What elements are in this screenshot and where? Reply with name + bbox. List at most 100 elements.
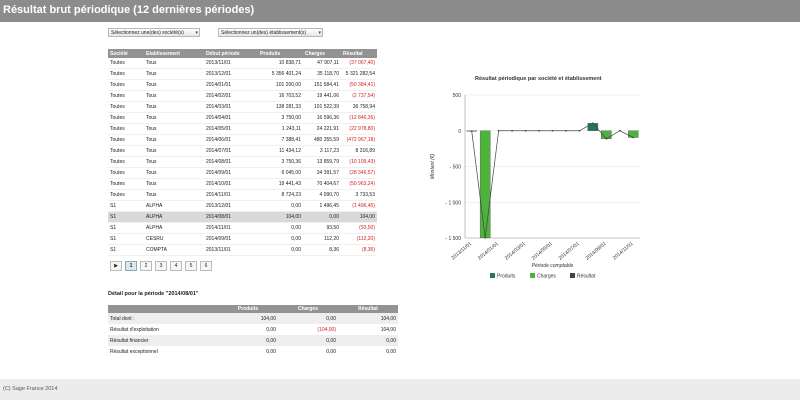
col-header-etablissement[interactable]: Etablissement bbox=[144, 49, 204, 58]
detail-cell-resultat: 104,00 bbox=[338, 313, 398, 324]
cell-resultat: (22 978,80) bbox=[341, 123, 377, 135]
cell-produits: 1 243,11 bbox=[258, 123, 303, 135]
table-row[interactable]: Toutes Tous 2014/09/01 6 045,00 34 391,57 (28… bbox=[108, 167, 377, 179]
page-2-button[interactable]: 2 bbox=[140, 261, 152, 271]
page-4-button[interactable]: 4 bbox=[170, 261, 182, 271]
cell-charges: 70 404,67 bbox=[303, 178, 341, 190]
point-resultat bbox=[632, 136, 635, 139]
cell-resultat: (2 737,54) bbox=[341, 90, 377, 102]
detail-cell-resultat: 104,00 bbox=[380, 326, 396, 333]
table-row[interactable]: Toutes Tous 2014/01/01 101 200,00 151 584,41… bbox=[108, 79, 377, 91]
table-row[interactable]: S1 CESRU 2014/09/01 0,00 112,20 (112,20) bbox=[108, 233, 377, 245]
cell-societe: Toutes bbox=[108, 145, 144, 157]
cell-produits: 104,00 bbox=[258, 211, 303, 223]
page-1-button[interactable]: 1 bbox=[125, 261, 137, 271]
cell-debut-periode: 2013/11/01 bbox=[204, 58, 258, 69]
cell-charges: 112,20 bbox=[303, 233, 341, 245]
y-tick-label: - 1 000 bbox=[445, 200, 461, 206]
play-icon[interactable]: ▶ bbox=[110, 261, 122, 271]
cell-resultat: (112,20) bbox=[341, 233, 377, 245]
cell-societe: S1 bbox=[108, 200, 144, 212]
x-tick-label: 2014/09/01 bbox=[585, 241, 608, 262]
etablissement-select[interactable]: Sélectionnez un(des) établissement(s) ▾ bbox=[218, 28, 323, 37]
table-row[interactable]: Toutes Tous 2014/10/01 19 441,43 70 404,67 (5… bbox=[108, 178, 377, 190]
table-row[interactable]: Toutes Tous 2014/02/01 16 703,52 19 441,06 (2… bbox=[108, 90, 377, 102]
cell-produits: 11 434,12 bbox=[258, 145, 303, 157]
table-row[interactable]: Toutes Tous 2013/11/01 10 838,71 47 907,11 (3… bbox=[108, 58, 377, 69]
detail-cell-charges: (104,00) bbox=[317, 326, 336, 333]
cell-charges: 101 522,39 bbox=[303, 101, 341, 113]
cell-debut-periode: 2014/05/01 bbox=[204, 123, 258, 135]
cell-debut-periode: 2013/11/01 bbox=[204, 244, 258, 256]
col-header-charges[interactable]: Charges bbox=[303, 49, 341, 58]
cell-resultat: 104,00 bbox=[341, 211, 377, 223]
cell-etablissement: Tous bbox=[144, 90, 204, 102]
cell-charges: 3 117,23 bbox=[303, 145, 341, 157]
cell-resultat: (28 346,57) bbox=[341, 167, 377, 179]
cell-resultat: (93,50) bbox=[341, 222, 377, 234]
col-header-produits[interactable]: Produits bbox=[258, 49, 303, 58]
cell-charges: 13 859,79 bbox=[303, 156, 341, 168]
detail-cell-label: Résultat d'exploitation bbox=[110, 326, 159, 333]
cell-debut-periode: 2013/12/01 bbox=[204, 200, 258, 212]
table-row[interactable]: S1 ALPHA 2014/11/01 0,00 93,50 (93,50) bbox=[108, 222, 377, 234]
cell-produits: 16 703,52 bbox=[258, 90, 303, 102]
cell-societe: S1 bbox=[108, 244, 144, 256]
societe-select-value: Sélectionnez une(des) société(s) bbox=[111, 30, 184, 36]
cell-etablissement: Tous bbox=[144, 145, 204, 157]
cell-charges: 8,36 bbox=[303, 244, 341, 256]
cell-produits: 6 045,00 bbox=[258, 167, 303, 179]
cell-debut-periode: 2014/08/01 bbox=[204, 156, 258, 168]
cell-charges: 47 907,11 bbox=[303, 58, 341, 69]
legend-label: Résultat bbox=[577, 274, 596, 280]
page-3-button[interactable]: 3 bbox=[155, 261, 167, 271]
detail-row: Résultat exceptionnel 0,00 0,00 0,00 bbox=[108, 346, 398, 357]
cell-charges: 16 596,36 bbox=[303, 112, 341, 124]
cell-societe: S1 bbox=[108, 233, 144, 245]
cell-resultat: 5 321 282,54 bbox=[341, 68, 377, 80]
legend-swatch bbox=[570, 273, 575, 278]
col-header-resultat[interactable]: Résultat bbox=[341, 49, 377, 58]
table-row[interactable]: Toutes Tous 2014/05/01 1 243,11 24 221,91 (22… bbox=[108, 123, 377, 135]
cell-charges: 1 496,45 bbox=[303, 200, 341, 212]
page-6-button[interactable]: 6 bbox=[200, 261, 212, 271]
page-5-button[interactable]: 5 bbox=[185, 261, 197, 271]
detail-row: Résultat financier 0,00 0,00 0,00 bbox=[108, 335, 398, 346]
col-header-societe[interactable]: Société bbox=[108, 49, 144, 58]
cell-societe: Toutes bbox=[108, 134, 144, 146]
table-row[interactable]: S1 COMPTA 2013/11/01 0,00 8,36 (8,36) bbox=[108, 244, 377, 256]
cell-resultat: (37 067,40) bbox=[341, 58, 377, 69]
cell-charges: 34 391,57 bbox=[303, 167, 341, 179]
cell-resultat: 3 733,53 bbox=[341, 189, 377, 201]
result-chart: Résultat périodique par société et établ… bbox=[430, 76, 640, 280]
cell-debut-periode: 2014/07/01 bbox=[204, 145, 258, 157]
table-row[interactable]: Toutes Tous 2014/07/01 11 434,12 3 117,23 8 3… bbox=[108, 145, 377, 157]
cell-societe: Toutes bbox=[108, 90, 144, 102]
col-header-debut-periode[interactable]: Début période bbox=[204, 49, 258, 58]
cell-resultat: 36 758,94 bbox=[341, 101, 377, 113]
cell-etablissement: ALPHA bbox=[144, 200, 204, 212]
cell-charges: 93,50 bbox=[303, 222, 341, 234]
cell-etablissement: ALPHA bbox=[144, 222, 204, 234]
cell-resultat: (472 967,18) bbox=[341, 134, 377, 146]
table-row[interactable]: Toutes Tous 2014/11/01 8 724,23 4 990,70 3 73… bbox=[108, 189, 377, 201]
table-row[interactable]: S1 ALPHA 2014/08/01 104,00 0,00 104,00 bbox=[108, 211, 377, 223]
cell-societe: Toutes bbox=[108, 112, 144, 124]
point-resultat bbox=[565, 129, 567, 132]
cell-produits: 19 441,43 bbox=[258, 178, 303, 190]
cell-debut-periode: 2014/11/01 bbox=[204, 189, 258, 201]
cell-etablissement: Tous bbox=[144, 79, 204, 91]
cell-charges: 151 584,41 bbox=[303, 79, 341, 91]
cell-etablissement: Tous bbox=[144, 58, 204, 69]
table-row[interactable]: Toutes Tous 2014/03/01 138 281,33 101 522,39… bbox=[108, 101, 377, 113]
cell-resultat: (10 109,43) bbox=[341, 156, 377, 168]
table-row[interactable]: Toutes Tous 2014/04/01 3 750,00 16 596,36 (12… bbox=[108, 112, 377, 124]
table-row[interactable]: S1 ALPHA 2013/12/01 0,00 1 496,45 (1 496,45) bbox=[108, 200, 377, 212]
table-row[interactable]: Toutes Tous 2014/08/01 3 750,36 13 859,79 (10… bbox=[108, 156, 377, 168]
cell-etablissement: Tous bbox=[144, 112, 204, 124]
table-row[interactable]: Toutes Tous 2013/12/01 5 356 401,24 35 118,7… bbox=[108, 68, 377, 80]
societe-select[interactable]: Sélectionnez une(des) société(s) ▾ bbox=[108, 28, 200, 37]
table-row[interactable]: Toutes Tous 2014/06/01 7 388,41 480 355,59 (4… bbox=[108, 134, 377, 146]
y-tick-label: - 1 500 bbox=[445, 236, 461, 242]
cell-etablissement: CESRU bbox=[144, 233, 204, 245]
